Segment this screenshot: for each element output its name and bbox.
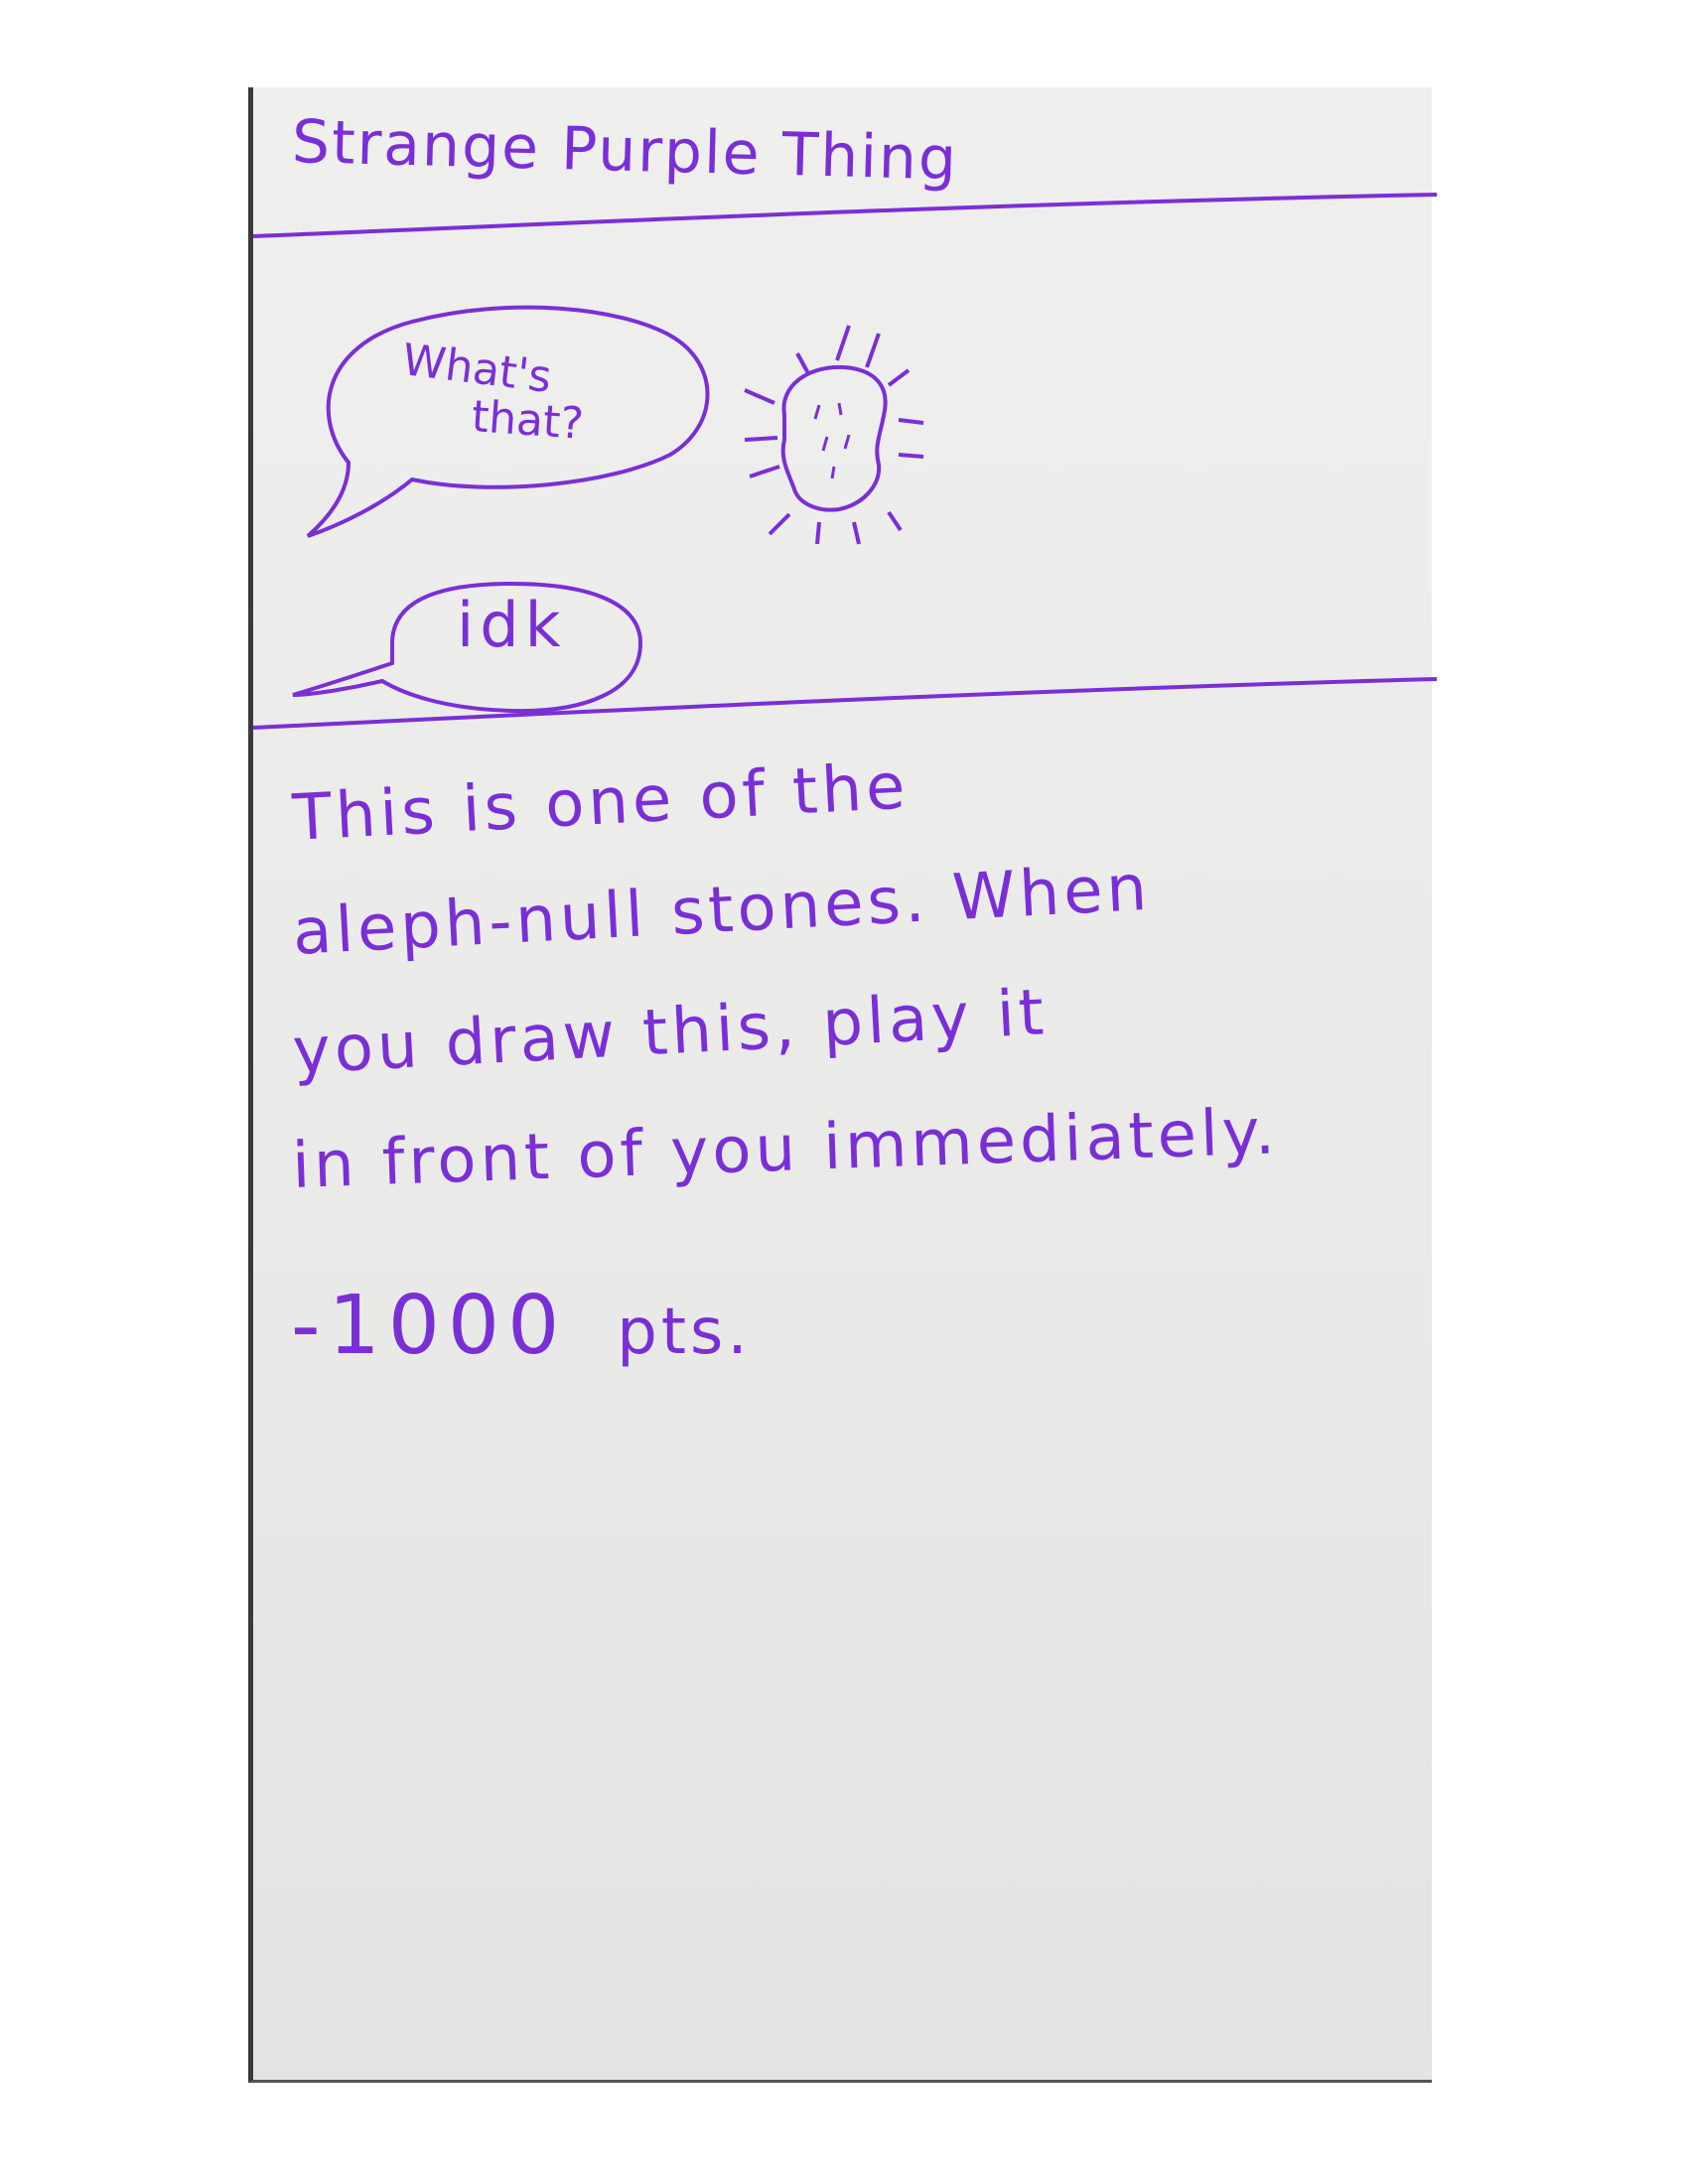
points-number: -1000	[291, 1279, 568, 1373]
bubble-text-idk: idk	[457, 589, 567, 661]
glowing-stone-icon	[744, 325, 924, 545]
panel-divider	[253, 677, 1437, 730]
title-divider	[253, 193, 1437, 238]
points-value: -1000 pts.	[291, 1279, 752, 1373]
bubble-text-that: that?	[470, 391, 586, 450]
game-card: Strange Purple Thing What's that? idk Th…	[248, 87, 1437, 2083]
points-unit: pts.	[617, 1296, 752, 1369]
